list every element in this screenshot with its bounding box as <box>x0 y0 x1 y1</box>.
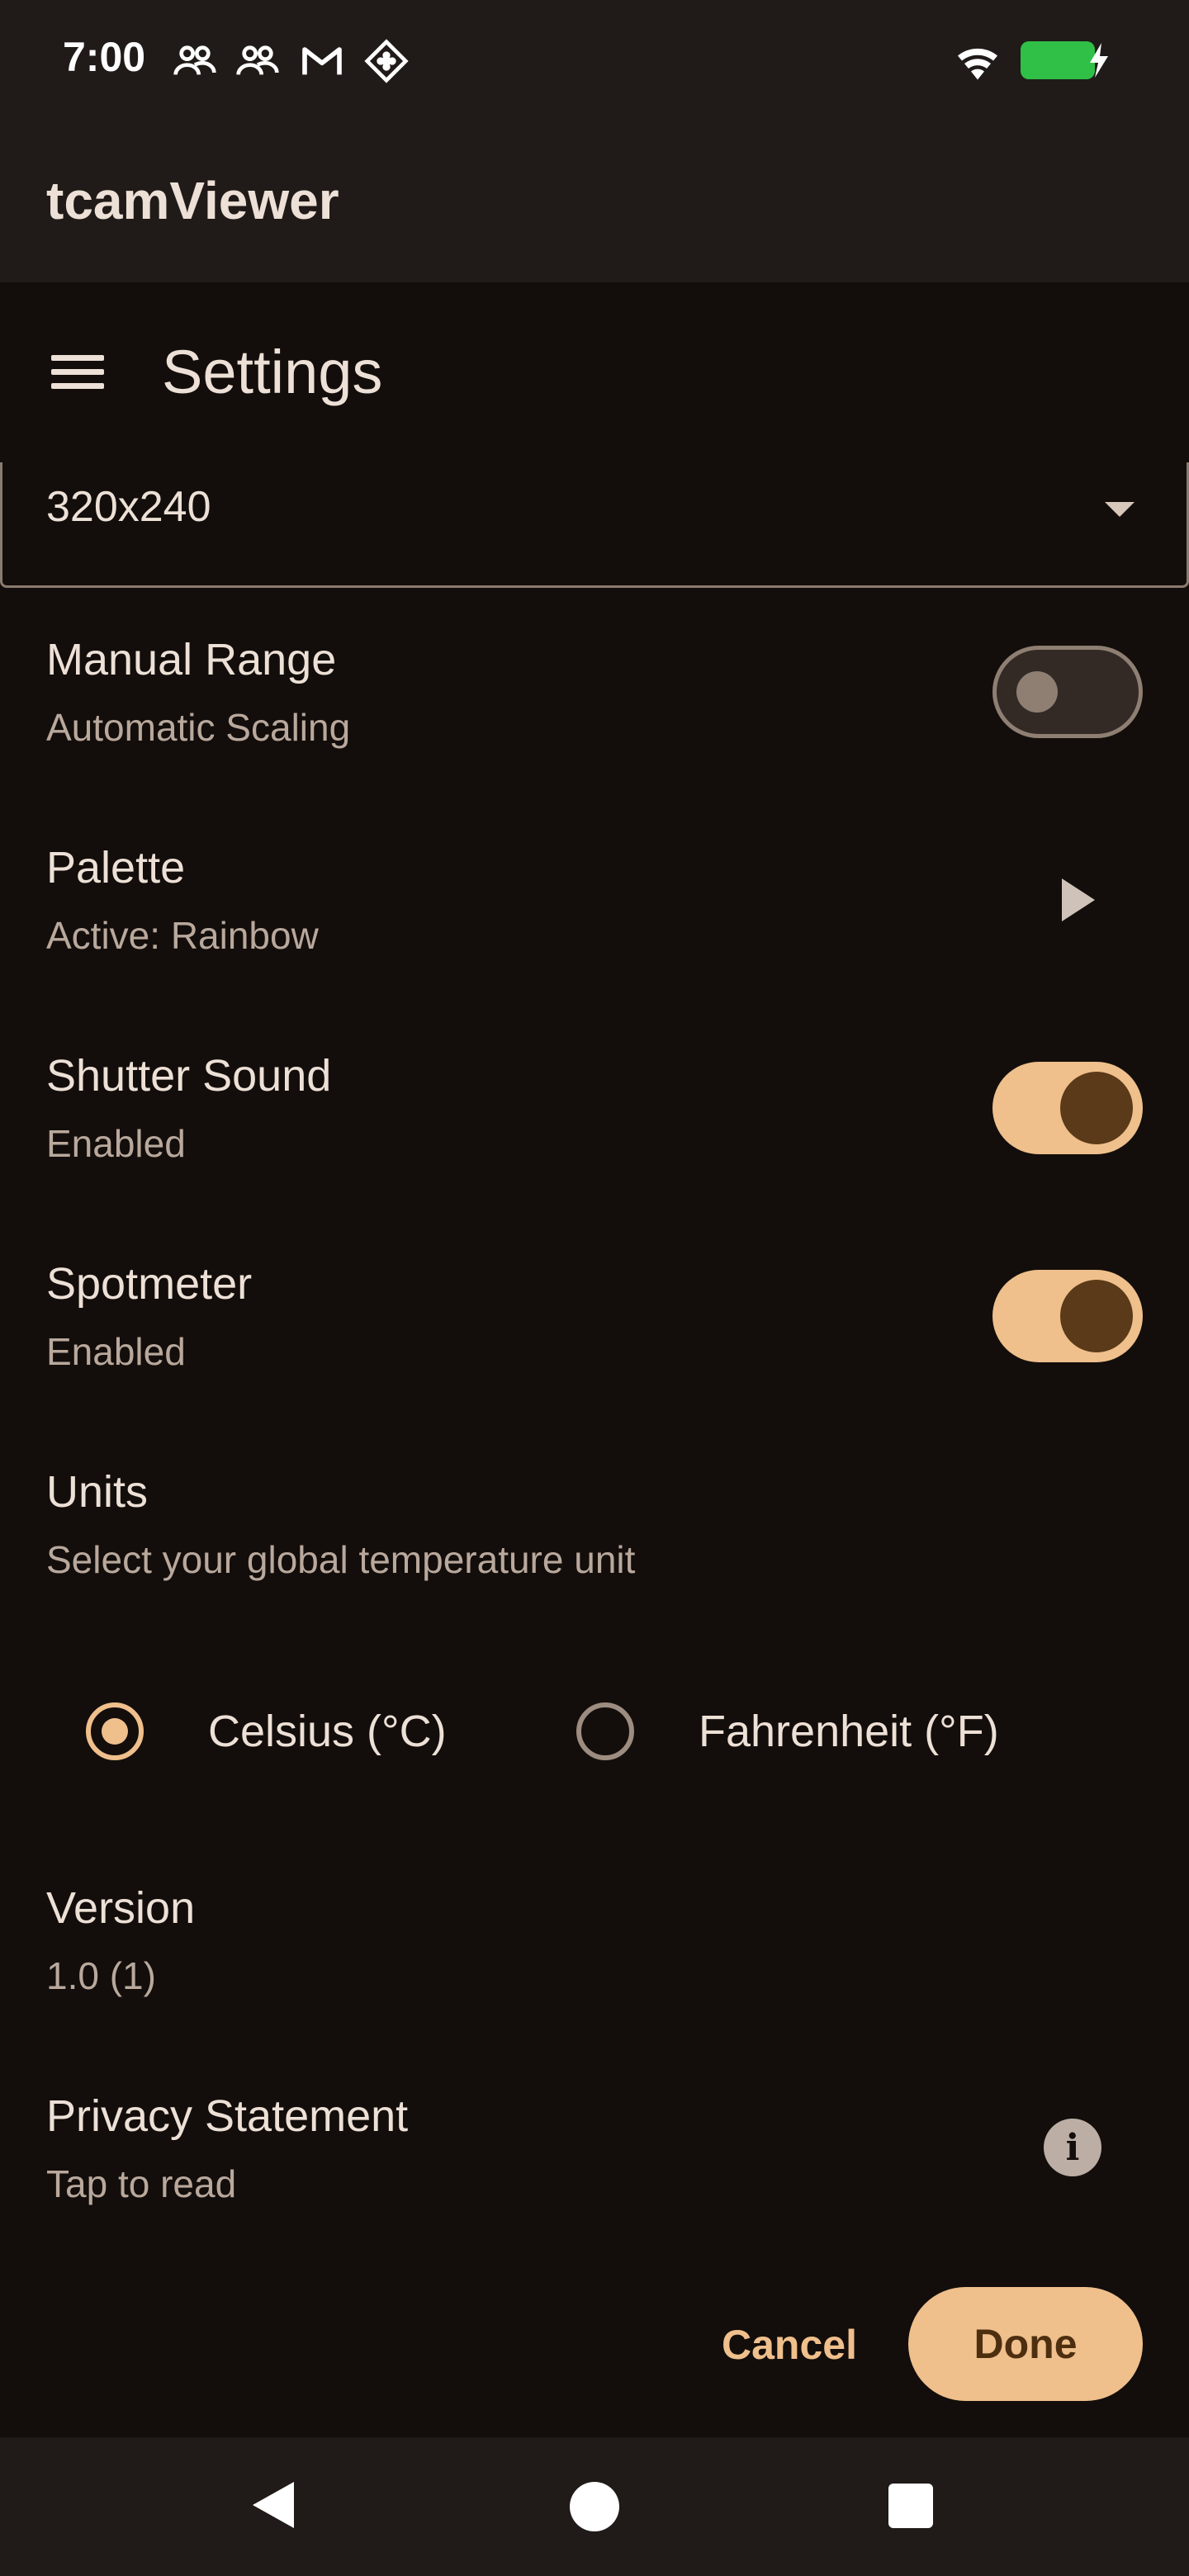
manual-range-subtitle: Automatic Scaling <box>46 706 351 749</box>
spotmeter-subtitle: Enabled <box>46 1330 186 1373</box>
app-icon <box>363 38 410 84</box>
people-icon <box>172 38 218 84</box>
units-title: Units <box>46 1467 149 1517</box>
palette-title: Palette <box>46 843 186 893</box>
done-button[interactable]: Done <box>908 2287 1143 2401</box>
cancel-button[interactable]: Cancel <box>707 2304 872 2386</box>
battery-charging-icon <box>1019 40 1110 81</box>
app-title: tcamViewer <box>46 171 339 230</box>
units-subtitle: Select your global temperature unit <box>46 1538 636 1581</box>
info-icon[interactable]: i <box>1044 2119 1101 2176</box>
spotmeter-switch[interactable] <box>992 1270 1143 1362</box>
privacy-subtitle[interactable]: Tap to read <box>46 2162 236 2206</box>
manual-range-switch[interactable] <box>992 646 1143 738</box>
wifi-icon <box>951 38 1004 84</box>
version-title: Version <box>46 1883 196 1933</box>
fahrenheit-label[interactable]: Fahrenheit (°F) <box>699 1706 999 1757</box>
version-value: 1.0 (1) <box>46 1954 156 1997</box>
dialog-title: Settings <box>162 338 383 406</box>
celsius-radio[interactable] <box>86 1702 144 1760</box>
shutter-sound-title: Shutter Sound <box>46 1051 332 1101</box>
shutter-sound-switch[interactable] <box>992 1062 1143 1154</box>
gmail-icon <box>299 38 345 84</box>
people-icon <box>234 38 281 84</box>
play-arrow-icon[interactable] <box>1062 878 1095 921</box>
menu-icon[interactable] <box>46 347 112 405</box>
celsius-label[interactable]: Celsius (°C) <box>208 1706 447 1757</box>
palette-subtitle: Active: Rainbow <box>46 914 319 957</box>
back-icon[interactable] <box>253 2482 294 2528</box>
spotmeter-title: Spotmeter <box>46 1259 253 1309</box>
recents-icon[interactable] <box>888 2484 933 2528</box>
home-icon[interactable] <box>570 2482 619 2531</box>
dropdown-arrow-icon[interactable] <box>1105 502 1135 517</box>
resolution-value: 320x240 <box>46 483 211 531</box>
status-time: 7:00 <box>63 34 146 80</box>
shutter-sound-subtitle: Enabled <box>46 1122 186 1165</box>
privacy-title[interactable]: Privacy Statement <box>46 2091 408 2142</box>
fahrenheit-radio[interactable] <box>576 1702 634 1760</box>
manual-range-title: Manual Range <box>46 635 337 684</box>
